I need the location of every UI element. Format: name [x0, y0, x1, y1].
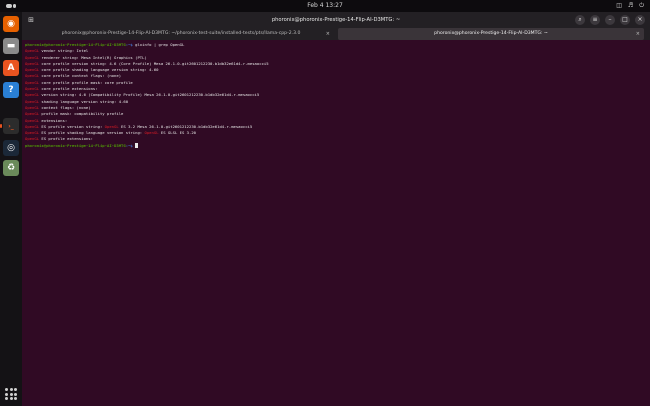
tab-close-icon[interactable]: × — [636, 28, 640, 40]
match-highlight: OpenGL — [25, 67, 40, 73]
trash-icon[interactable]: ♻ — [3, 160, 19, 176]
dock: ◉ ▬ A? ›_ ◎ ♻ — [0, 12, 22, 406]
tab-home[interactable]: phoronix@phoronix-Prestige-14-Flip-AI-D3… — [338, 28, 644, 40]
search-icon[interactable]: ⌕ — [575, 15, 585, 25]
title-bar[interactable]: ⊞ phoronix@phoronix-Prestige-14-Flip-AI-… — [22, 12, 650, 28]
steam-icon[interactable]: ◎ — [3, 140, 19, 156]
help-icon[interactable]: ? — [3, 82, 19, 98]
match-highlight: OpenGL — [25, 54, 40, 60]
command-text: glxinfo | grep OpenGL — [135, 42, 185, 47]
match-highlight: OpenGL — [25, 123, 40, 129]
tab-llama-cpp[interactable]: phoronix@phoronix-Prestige-14-Flip-AI-D3… — [28, 28, 334, 40]
menu-icon[interactable]: ≡ — [590, 15, 600, 25]
show-apps-grid-icon[interactable] — [5, 388, 17, 400]
maximize-button[interactable]: □ — [620, 15, 630, 25]
tab-bar: phoronix@phoronix-Prestige-14-Flip-AI-D3… — [22, 28, 650, 40]
software-icon[interactable]: A — [3, 60, 19, 76]
close-button[interactable]: × — [635, 15, 645, 25]
terminal-output[interactable]: phoronix@phoronix-Prestige-14-Flip-AI-D3… — [25, 42, 645, 402]
tab-label: phoronix@phoronix-Prestige-14-Flip-AI-D3… — [434, 31, 548, 36]
match-highlight: OpenGL — [25, 48, 40, 54]
match-highlight: OpenGL — [25, 79, 40, 85]
match-highlight: OpenGL — [25, 104, 40, 110]
match-highlight: OpenGL — [25, 130, 40, 136]
terminal-window: ⊞ phoronix@phoronix-Prestige-14-Flip-AI-… — [22, 12, 650, 406]
prompt-path: :~$ — [125, 42, 136, 47]
window-title: phoronix@phoronix-Prestige-14-Flip-AI-D3… — [271, 17, 401, 23]
match-highlight: OpenGL — [144, 130, 159, 136]
files-icon[interactable]: ▬ — [3, 38, 19, 54]
clock[interactable]: Feb 4 13:27 — [0, 1, 650, 11]
match-highlight: OpenGL — [25, 136, 40, 142]
match-highlight: OpenGL — [25, 92, 40, 98]
match-highlight: OpenGL — [25, 117, 40, 123]
tab-label: phoronix@phoronix-Prestige-14-Flip-AI-D3… — [61, 31, 301, 36]
network-icon: ◫ — [616, 2, 622, 9]
match-highlight: OpenGL — [104, 123, 119, 129]
firefox-icon[interactable]: ◉ — [3, 16, 19, 32]
power-icon: ⏻ — [639, 2, 644, 9]
minimize-button[interactable]: – — [605, 15, 615, 25]
match-highlight: OpenGL — [25, 98, 40, 104]
tab-close-icon[interactable]: × — [326, 28, 330, 40]
system-tray[interactable]: ◫ ♬ ⏻ — [616, 1, 644, 11]
prompt-user: phoronix@phoronix-Prestige-14-Flip-AI-D3… — [25, 42, 126, 47]
prompt-path: :~$ — [125, 142, 136, 148]
top-bar: Feb 4 13:27 ◫ ♬ ⏻ — [0, 0, 650, 12]
volume-icon: ♬ — [627, 2, 634, 9]
match-highlight: OpenGL — [25, 60, 40, 66]
match-highlight: OpenGL — [25, 86, 40, 92]
prompt-line: phoronix@phoronix-Prestige-14-Flip-AI-D3… — [25, 142, 645, 149]
match-highlight: OpenGL — [25, 73, 40, 79]
text-cursor — [135, 142, 138, 148]
prompt-user: phoronix@phoronix-Prestige-14-Flip-AI-D3… — [25, 142, 126, 148]
terminal-icon[interactable]: ›_ — [0, 118, 19, 134]
match-highlight: OpenGL — [25, 111, 40, 117]
